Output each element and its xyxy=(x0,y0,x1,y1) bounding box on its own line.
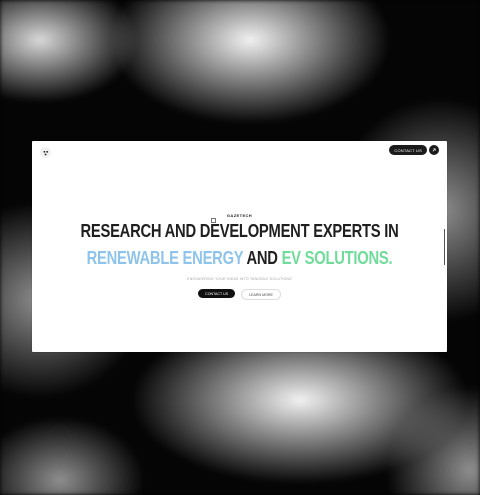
brand-name: GAZETECH xyxy=(226,213,253,218)
learn-more-button[interactable]: LEARN MORE xyxy=(241,289,281,300)
headline-ev-solutions: EV SOLUTIONS. xyxy=(281,248,393,268)
headline-line-1: RESEARCH AND DEVELOPMENT EXPERTS IN xyxy=(80,221,399,241)
scrollbar[interactable] xyxy=(443,229,445,265)
tagline: ENGINEERING YOUR IDEAS INTO TANGIBLE SOL… xyxy=(187,277,292,281)
headline-and: AND xyxy=(246,248,278,268)
dots-logo-icon[interactable] xyxy=(40,147,51,158)
contact-us-nav-button[interactable]: CONTACT US xyxy=(389,145,427,155)
arrow-up-right-icon[interactable] xyxy=(429,145,439,155)
cta-group: CONTACT US LEARN MORE xyxy=(32,289,447,300)
headline-line-2: RENEWABLE ENERGY AND EV SOLUTIONS. xyxy=(69,249,409,267)
headline-renewable-energy: RENEWABLE ENERGY xyxy=(86,248,244,268)
top-nav: CONTACT US xyxy=(389,145,439,155)
contact-us-button[interactable]: CONTACT US xyxy=(198,289,236,298)
website-window: CONTACT US GAZETECH RESEARCH AND DEVELOP… xyxy=(32,141,447,352)
